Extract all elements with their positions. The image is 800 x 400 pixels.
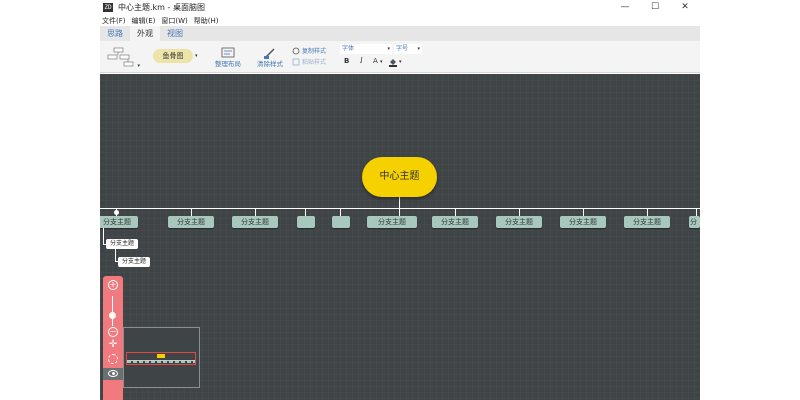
sub-connector [103,228,104,245]
zoom-slider-track[interactable] [112,296,113,326]
copy-style-button[interactable]: 复制样式 [292,46,326,55]
branch-drop [583,208,584,216]
structure-template-button[interactable]: ▾ [106,45,140,69]
maximize-button[interactable]: ☐ [640,0,670,15]
zoom-slider-handle[interactable] [109,312,116,319]
branch-topic-node[interactable] [297,216,315,228]
branch-drop [647,208,648,216]
branch-topic-node[interactable]: 分支主题 [367,216,417,228]
font-family-value: 字体 [342,45,355,52]
branch-drop [340,208,341,216]
italic-button[interactable]: I [360,57,363,65]
navigator-toggle[interactable] [103,368,123,380]
branch-topic-node[interactable]: 分 [689,216,700,228]
branch-topic-node[interactable]: 分支主题 [100,216,138,228]
font-color-button[interactable]: A [373,57,378,65]
eye-icon [108,370,118,377]
font-family-select[interactable]: 字体 ▾ [340,44,392,54]
clear-style-button[interactable]: 清除样式 [250,44,290,70]
ribbon-tab-bar: 思路 外观 视图 [100,26,700,41]
menu-window[interactable]: 窗口(W) [161,16,187,26]
font-size-select[interactable]: 字号 ▾ [394,44,422,54]
chevron-down-icon[interactable]: ▾ [195,53,198,59]
tab-ideas[interactable]: 思路 [100,26,130,41]
branch-topic-node[interactable] [332,216,350,228]
copy-style-label: 复制样式 [302,48,327,55]
move-icon[interactable]: ✛ [108,340,118,350]
clear-style-label: 清除样式 [257,60,283,68]
mindmap-app-window: ZD 中心主题.km - 桌面脑图 — ☐ ✕ 文件(F) 编辑(E) 窗口(W… [100,0,700,400]
structure-template-icon [107,47,134,67]
menu-bar: 文件(F) 编辑(E) 窗口(W) 帮助(H) [100,15,700,26]
menu-edit[interactable]: 编辑(E) [132,16,156,26]
fill-color-icon[interactable] [388,57,398,67]
branch-drop [191,208,192,216]
font-size-value: 字号 [396,45,409,52]
branch-topic-node[interactable]: 分支主题 [496,216,542,228]
window-title: 中心主题.km - 桌面脑图 [118,3,205,12]
zoom-in-button[interactable]: + [108,280,118,290]
minimize-button[interactable]: — [610,0,640,15]
arrange-layout-button[interactable]: 整理布局 [208,44,248,70]
app-logo-icon: ZD [103,3,113,12]
mindmap-canvas[interactable]: 中心主题 分支主题 分支主题 分支主题 分支主题 分支主题 分支主题 分支主题 … [100,74,700,400]
paste-style-button[interactable]: 粘贴样式 [292,57,326,66]
menu-file[interactable]: 文件(F) [102,16,126,26]
branch-drop [455,208,456,216]
arrange-layout-label: 整理布局 [215,60,241,68]
navigator-branch-markers [127,361,195,363]
branch-topic-node[interactable]: 分支主题 [168,216,214,228]
tab-appearance[interactable]: 外观 [130,26,160,41]
branch-topic-node[interactable]: 分支主题 [624,216,670,228]
chevron-down-icon: ▾ [387,46,390,52]
chevron-down-icon: ▾ [137,63,140,69]
chevron-down-icon: ▾ [417,46,420,52]
branch-drop [255,208,256,216]
chevron-down-icon[interactable]: ▾ [399,59,402,65]
paste-style-label: 粘贴样式 [302,59,327,66]
branch-drop [696,208,697,216]
branch-drop [399,208,400,216]
branch-topic-node[interactable]: 分支主题 [432,216,478,228]
title-bar: ZD 中心主题.km - 桌面脑图 — ☐ ✕ [100,0,700,15]
branch-bus-line [100,208,700,209]
branch-topic-node[interactable]: 分支主题 [560,216,606,228]
window-controls: — ☐ ✕ [610,0,700,15]
copy-style-icon [292,47,300,54]
navigator-minimap[interactable] [123,327,200,388]
chevron-down-icon[interactable]: ▾ [380,59,383,65]
sub-topic-node[interactable]: 分支主题 [118,257,150,267]
ribbon-toolbar: ▾ 鱼骨图 ▾ 整理布局 清除样式 复制样式 粘贴样式 字体 ▾ 字号 ▾ B … [100,41,700,73]
theme-button[interactable]: 鱼骨图 [153,49,193,63]
branch-drop [305,208,306,216]
paste-style-icon [292,58,300,65]
navigator-center-marker [157,354,165,358]
branch-topic-node[interactable]: 分支主题 [232,216,278,228]
menu-help[interactable]: 帮助(H) [194,16,219,26]
center-topic-node[interactable]: 中心主题 [362,157,437,197]
close-button[interactable]: ✕ [670,0,700,15]
sub-topic-node[interactable]: 分支主题 [106,239,138,249]
branch-drop [519,208,520,216]
zoom-out-button[interactable]: − [108,327,118,337]
tab-view[interactable]: 视图 [160,26,190,41]
collapse-toggle-icon[interactable] [114,210,119,215]
locate-center-icon[interactable] [108,354,118,364]
zoom-panel: + − ✛ [103,276,123,400]
bold-button[interactable]: B [344,57,349,65]
